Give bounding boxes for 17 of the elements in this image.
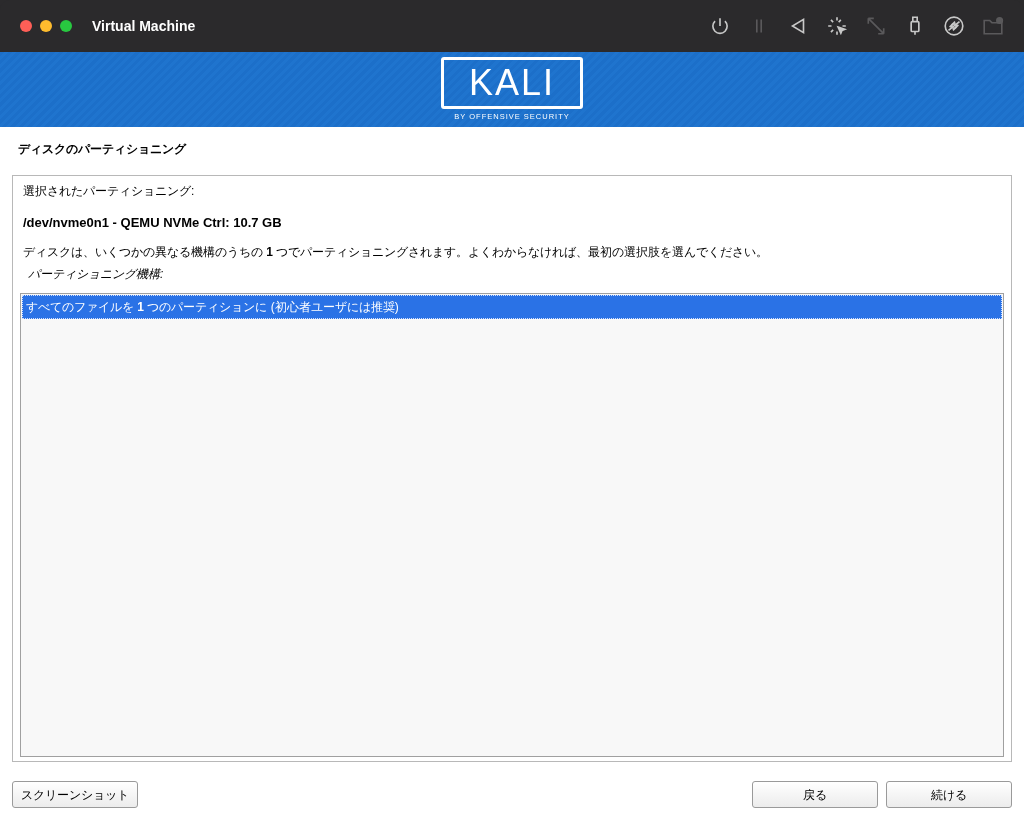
minimize-button[interactable] <box>40 20 52 32</box>
power-icon[interactable] <box>709 15 731 37</box>
list-label: パーティショニング機構: <box>27 265 165 283</box>
back-button[interactable]: 戻る <box>752 781 878 808</box>
panel-label: 選択されたパーティショニング: <box>22 183 196 200</box>
list-option[interactable]: すべてのファイルを 1 つのパーティションに (初心者ユーザには推奨) <box>22 294 1002 319</box>
cursor-capture-icon[interactable] <box>826 15 848 37</box>
description-text: ディスクは、いくつかの異なる機構のうちの 1 つでパーティショニングされます。よくわからなければ、最初の選択肢を選んでください。 <box>22 243 770 261</box>
window-title: Virtual Machine <box>92 16 196 36</box>
page-title: ディスクのパーティショニング <box>17 141 188 158</box>
disc-icon[interactable] <box>943 15 965 37</box>
screenshot-button[interactable]: スクリーンショット <box>12 781 138 808</box>
logo-frame: KALI <box>441 56 583 109</box>
device-name: /dev/nvme0n1 - QEMU NVMe Ctrl: 10.7 GB <box>22 214 283 232</box>
zoom-button[interactable] <box>60 20 72 32</box>
continue-button[interactable]: 続ける <box>886 781 1012 808</box>
close-button[interactable] <box>20 20 32 32</box>
